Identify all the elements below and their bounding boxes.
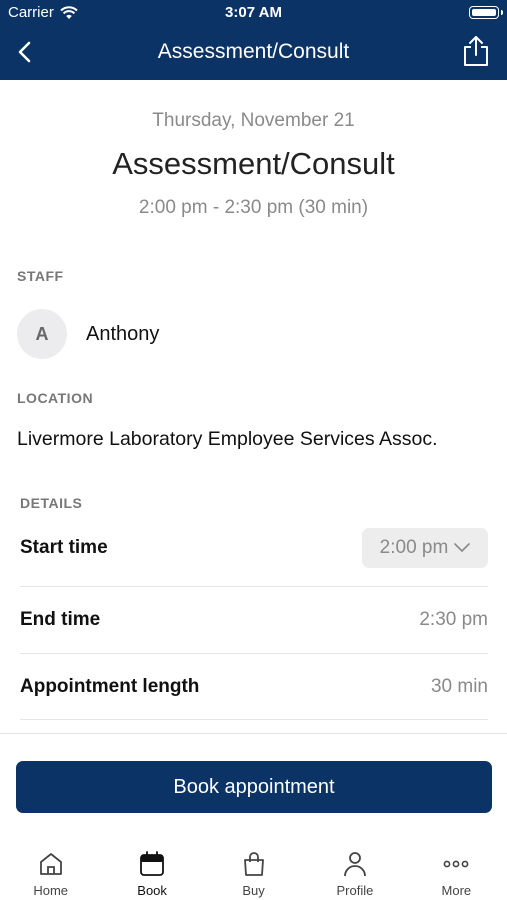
book-appointment-button[interactable]: Book appointment [16, 761, 492, 813]
tab-label: Buy [242, 883, 265, 898]
start-time-value: 2:00 pm [379, 537, 449, 558]
person-icon [344, 852, 366, 877]
tab-buy[interactable]: Buy [203, 838, 304, 900]
tab-book[interactable]: Book [101, 838, 202, 900]
details-divider [20, 653, 488, 654]
tab-profile[interactable]: Profile [304, 838, 405, 900]
staff-row: A Anthony [17, 309, 159, 359]
tab-label: Book [137, 883, 167, 898]
status-time: 3:07 AM [225, 4, 282, 21]
appointment-time-range: 2:00 pm - 2:30 pm (30 min) [138, 197, 369, 218]
tab-label: Profile [336, 883, 374, 898]
details-divider [20, 586, 488, 587]
details-section-label: DETAILS [20, 495, 83, 511]
staff-section-label: STAFF [17, 268, 64, 284]
tab-label: More [441, 883, 472, 898]
appointment-length-row: Appointment length 30 min [20, 670, 488, 704]
more-dots-icon [443, 860, 469, 868]
tab-label: Home [33, 883, 69, 898]
staff-name: Anthony [86, 322, 160, 345]
details-divider [20, 719, 488, 720]
nav-title: Assessment/Consult [157, 40, 350, 63]
share-icon[interactable] [461, 34, 491, 68]
status-bar: Carrier 3:07 AM [0, 0, 507, 26]
back-chevron-icon[interactable] [12, 38, 40, 66]
appointment-title: Assessment/Consult [112, 146, 395, 181]
location-name: Livermore Laboratory Employee Services A… [17, 428, 438, 450]
shopping-bag-icon [243, 852, 264, 876]
appointment-length-label: Appointment length [20, 676, 200, 697]
avatar: A [17, 309, 67, 359]
app-header: Carrier 3:07 AM Assessment/Consult [0, 0, 507, 80]
appointment-date: Thursday, November 21 [152, 110, 355, 131]
appointment-length-value: 30 min [430, 676, 488, 697]
battery-icon [469, 6, 503, 19]
footer-divider [0, 733, 507, 734]
tab-bar: Home Book Buy Profile More [0, 838, 507, 900]
start-time-row: Start time 2:00 pm [20, 527, 488, 569]
end-time-label: End time [20, 609, 101, 630]
start-time-label: Start time [20, 537, 108, 558]
location-section-label: LOCATION [17, 390, 94, 406]
nav-bar: Assessment/Consult [0, 26, 507, 80]
chevron-down-icon [454, 543, 471, 552]
tab-home[interactable]: Home [0, 838, 101, 900]
home-icon [39, 853, 62, 875]
start-time-picker[interactable]: 2:00 pm [362, 528, 488, 568]
tab-more[interactable]: More [406, 838, 507, 900]
end-time-value: 2:30 pm [419, 609, 488, 630]
end-time-row: End time 2:30 pm [20, 603, 488, 637]
calendar-icon [140, 851, 165, 876]
